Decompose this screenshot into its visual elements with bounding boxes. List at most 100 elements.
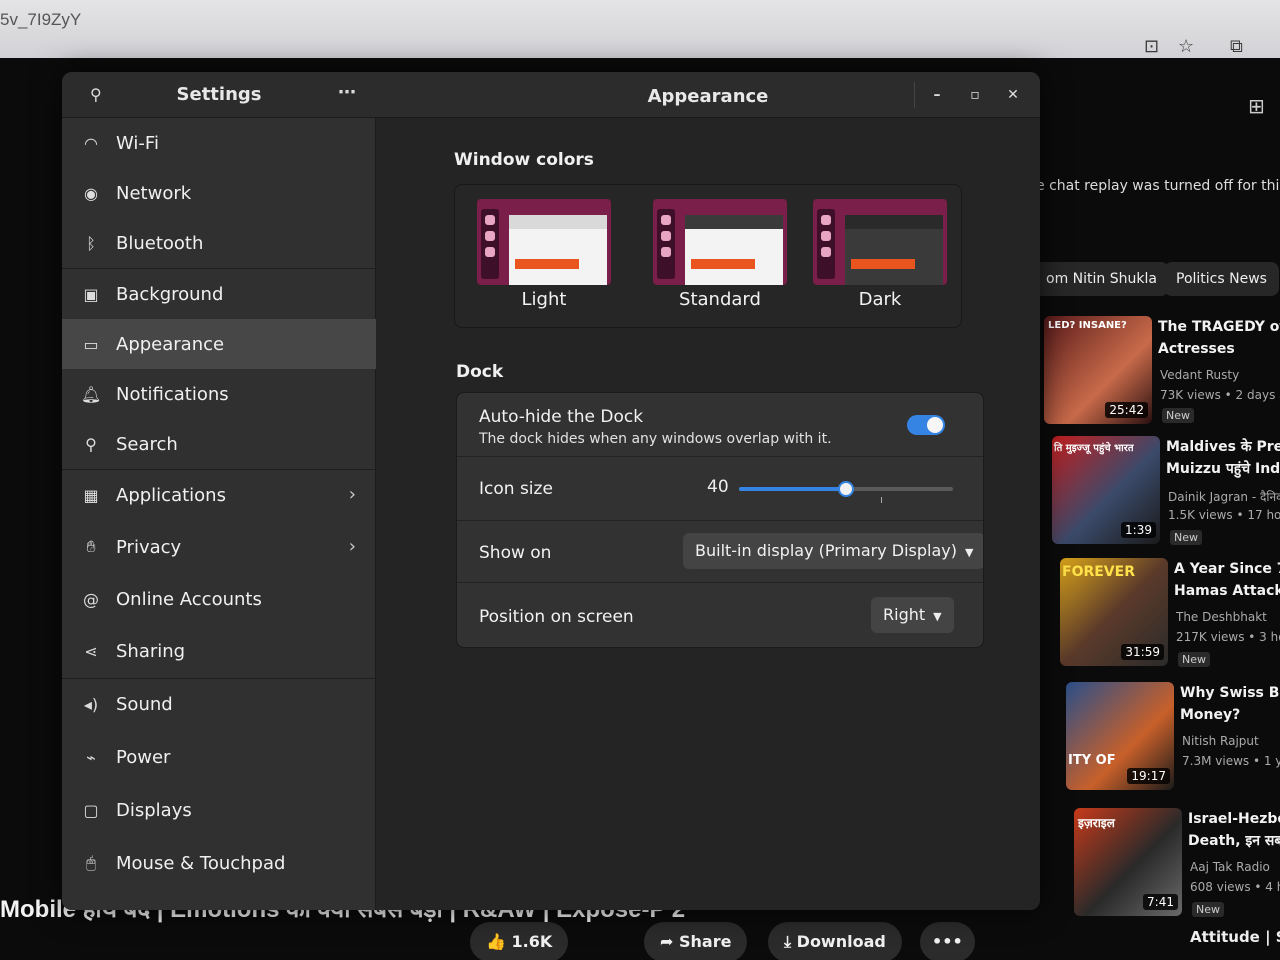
mouse-icon: 🖱︎ <box>86 853 96 872</box>
sidebar-item-mouse-touchpad[interactable]: 🖱︎ Mouse & Touchpad <box>62 838 376 888</box>
autohide-row[interactable]: Auto-hide the Dock The dock hides when a… <box>457 393 983 457</box>
theme-standard[interactable]: Standard <box>653 199 787 317</box>
theme-dark[interactable]: Dark <box>813 199 947 317</box>
network-icon: ◉ <box>84 183 98 203</box>
sidebar-item-sound[interactable]: ◂) Sound <box>62 679 376 729</box>
theme-preview <box>813 199 947 285</box>
video-thumbnail[interactable]: ITY OF 19:17 <box>1066 682 1174 790</box>
show-on-label: Show on <box>479 543 552 563</box>
video-channel[interactable]: Vedant Rusty <box>1160 368 1239 382</box>
autohide-subtitle: The dock hides when any windows overlap … <box>479 431 832 447</box>
video-channel[interactable]: Nitish Rajput <box>1182 734 1259 748</box>
sidebar-item-label: Bluetooth <box>116 232 204 254</box>
sidebar-item-wifi[interactable]: ◠ Wi-Fi <box>62 118 376 168</box>
settings-sidebar: ⚲ Settings ⋯ ◠ Wi-Fi ◉ Network ᛒ Bluetooth … <box>62 72 376 910</box>
sidebar-item-label: Online Accounts <box>116 588 262 610</box>
video-title[interactable]: Why Swiss BankMoney? <box>1180 682 1280 726</box>
sidebar-item-label: Appearance <box>116 333 225 355</box>
theme-light[interactable]: Light <box>477 199 611 317</box>
video-item[interactable]: LED? INSANE? 25:42 The TRAGEDY of OldAct… <box>1044 316 1280 434</box>
appearance-panel: Appearance – ▫ ✕ Window colors Light Sta… <box>376 72 1040 910</box>
chip-politics-news[interactable]: Politics News <box>1164 262 1279 296</box>
install-icon[interactable]: ⊡ <box>1144 36 1159 57</box>
video-duration: 31:59 <box>1121 644 1164 660</box>
bluetooth-icon: ᛒ <box>86 233 96 253</box>
preview-window <box>845 215 943 285</box>
sidebar-item-applications[interactable]: ▦ Applications › <box>62 470 376 520</box>
like-button[interactable]: 👍 1.6K <box>470 922 569 960</box>
video-thumbnail[interactable]: LED? INSANE? 25:42 <box>1044 316 1152 424</box>
video-thumbnail[interactable]: ति मुइज्जू पहुंचे भारत 1:39 <box>1052 436 1160 544</box>
address-bar[interactable]: 5v_7I9ZyY <box>0 10 81 30</box>
more-actions-button[interactable]: ••• <box>920 922 975 960</box>
sidebar-item-label: Search <box>116 433 178 455</box>
video-item[interactable]: ति मुइज्जू पहुंचे भारत 1:39 Maldives के … <box>1052 436 1280 554</box>
power-icon: ⌁ <box>86 747 96 767</box>
show-on-dropdown[interactable]: Built-in display (Primary Display) ▼ <box>683 533 983 569</box>
video-item[interactable]: ITY OF 19:17 Why Swiss BankMoney? Nitish… <box>1066 682 1280 800</box>
video-title[interactable]: Maldives के PresideMuizzu पहुंचे India 5 <box>1166 436 1280 480</box>
icon-size-row: Icon size 40 <box>457 457 983 521</box>
thumbnail-text: ति मुइज्जू पहुंचे भारत <box>1054 443 1134 454</box>
maximize-button[interactable]: ▫ <box>964 84 986 106</box>
theme-preview <box>477 199 611 285</box>
sidebar-item-privacy[interactable]: ✋︎ Privacy › <box>62 522 376 572</box>
video-thumbnail[interactable]: इज़राइल 7:41 <box>1074 808 1182 916</box>
slider-fill <box>739 487 846 491</box>
video-title[interactable]: A Year Since 7th OHamas Attack On <box>1174 558 1280 602</box>
video-item[interactable]: इज़राइल 7:41 Israel-HezbollaDeath, इन सब… <box>1074 808 1280 926</box>
bookmark-star-icon[interactable]: ☆ <box>1178 36 1194 57</box>
sidebar-item-power[interactable]: ⌁ Power <box>62 732 376 782</box>
video-title[interactable]: The TRAGEDY of OldActresses <box>1158 316 1280 360</box>
extensions-icon[interactable]: ⧉ <box>1230 36 1243 57</box>
create-video-icon[interactable]: ⊞ <box>1248 94 1265 118</box>
hand-icon: ✋︎ <box>86 537 96 556</box>
video-channel[interactable]: The Deshbhakt <box>1176 610 1267 624</box>
share-button[interactable]: ➦ Share <box>644 922 748 960</box>
video-thumbnail[interactable]: FOREVER 31:59 <box>1060 558 1168 666</box>
autohide-toggle[interactable] <box>907 415 945 435</box>
video-item[interactable]: FOREVER 31:59 A Year Since 7th OHamas At… <box>1060 558 1280 676</box>
next-video-title[interactable]: Attitude | Sta <box>1190 928 1280 946</box>
chip-nitin-shukla[interactable]: om Nitin Shukla <box>1034 262 1169 296</box>
new-badge: New <box>1170 530 1202 545</box>
sidebar-item-background[interactable]: ▣ Background <box>62 269 376 319</box>
video-title[interactable]: Israel-HezbollaDeath, इन सब के <box>1188 808 1280 852</box>
download-button[interactable]: ⤓ Download <box>768 922 902 960</box>
new-badge: New <box>1178 652 1210 667</box>
show-on-row: Show on Built-in display (Primary Displa… <box>457 521 983 583</box>
thumb-up-icon: 👍 <box>486 932 512 951</box>
sidebar-item-online-accounts[interactable]: @ Online Accounts <box>62 574 376 624</box>
window-colors-title: Window colors <box>454 150 594 170</box>
video-channel[interactable]: Aaj Tak Radio <box>1190 860 1270 874</box>
thumbnail-text: इज़राइल <box>1078 816 1115 830</box>
icon-size-slider[interactable] <box>739 481 953 503</box>
download-label: Download <box>796 932 886 951</box>
sidebar-item-label: Privacy <box>116 536 182 558</box>
sidebar-item-bluetooth[interactable]: ᛒ Bluetooth <box>62 218 376 268</box>
sidebar-item-appearance[interactable]: ▭ Appearance <box>62 319 376 369</box>
appearance-icon: ▭ <box>83 334 99 354</box>
sidebar-item-network[interactable]: ◉ Network <box>62 168 376 218</box>
icon-size-label: Icon size <box>479 479 553 499</box>
share-label: Share <box>678 932 732 951</box>
minimize-button[interactable]: – <box>926 84 948 106</box>
chevron-down-icon: ▼ <box>933 610 942 623</box>
browser-toolbar: 5v_7I9ZyY ⊡ ☆ ⧉ <box>0 0 1280 58</box>
video-duration: 19:17 <box>1127 768 1170 784</box>
video-channel[interactable]: Dainik Jagran - दैनिक <box>1168 488 1280 505</box>
share-arrow-icon: ➦ <box>660 932 679 951</box>
position-dropdown[interactable]: Right ▼ <box>871 597 954 633</box>
speaker-icon: ◂) <box>83 694 99 714</box>
sidebar-item-displays[interactable]: ▢ Displays <box>62 785 376 835</box>
preview-dock <box>817 209 835 279</box>
settings-window: ⚲ Settings ⋯ ◠ Wi-Fi ◉ Network ᛒ Bluetooth … <box>62 72 1040 910</box>
sidebar-item-label: Power <box>116 746 171 768</box>
sidebar-item-notifications[interactable]: 🔔︎ Notifications <box>62 369 376 419</box>
sidebar-item-sharing[interactable]: ⋖ Sharing <box>62 626 376 676</box>
sidebar-item-label: Wi-Fi <box>116 132 159 154</box>
close-button[interactable]: ✕ <box>1002 84 1024 106</box>
slider-handle[interactable] <box>838 481 854 497</box>
menu-dots-icon[interactable]: ⋯ <box>338 82 356 103</box>
sidebar-item-search[interactable]: ⚲ Search <box>62 419 376 469</box>
